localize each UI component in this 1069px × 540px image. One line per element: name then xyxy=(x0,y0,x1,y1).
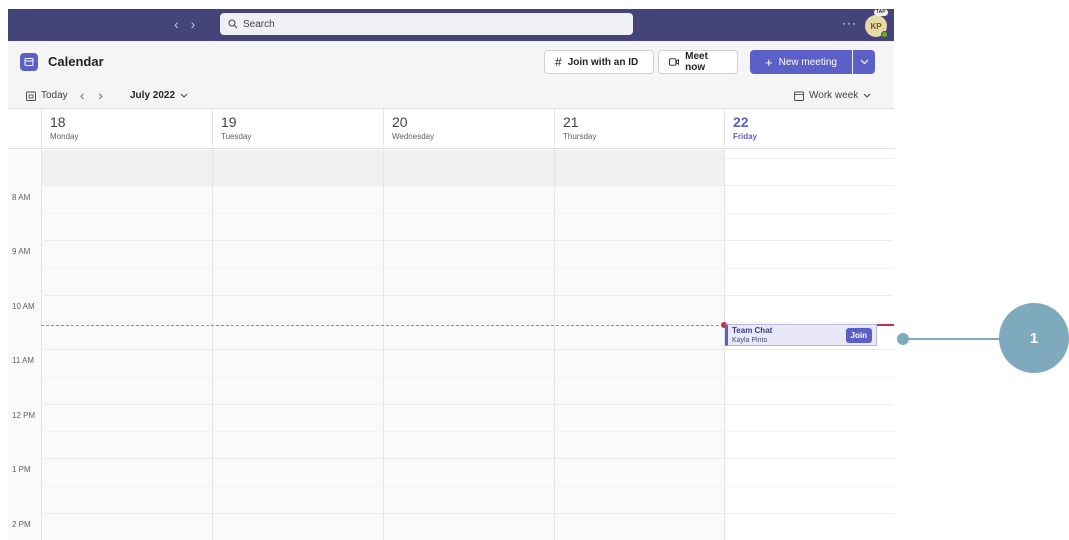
grid-line xyxy=(41,295,894,296)
time-label: 12 PM xyxy=(12,411,36,420)
avatar-badge: TAP xyxy=(874,9,888,16)
grid-line xyxy=(41,404,894,405)
month-label: July 2022 xyxy=(130,90,176,101)
search-icon xyxy=(228,19,238,29)
join-with-id-button[interactable]: # Join with an ID xyxy=(544,50,654,74)
day-column-friday-allday xyxy=(724,150,894,185)
day-name: Friday xyxy=(733,132,758,141)
callout-connector xyxy=(903,338,1003,340)
grid-line xyxy=(41,458,894,459)
day-column-thursday[interactable] xyxy=(554,150,724,540)
chevron-down-icon xyxy=(180,93,188,98)
title-bar: ‹ › Search ··· KP TAP xyxy=(8,9,894,41)
current-time-line xyxy=(41,325,724,326)
presence-status-icon xyxy=(881,31,888,38)
new-meeting-label: New meeting xyxy=(778,56,837,68)
callout-number-badge: 1 xyxy=(999,303,1069,373)
day-header-wednesday[interactable]: 20 Wednesday xyxy=(383,109,554,149)
grid-line xyxy=(41,349,894,350)
today-label: Today xyxy=(41,90,68,101)
view-selector[interactable]: Work week xyxy=(794,90,871,101)
grid-line xyxy=(41,158,894,159)
day-header-row: 18 Monday 19 Tuesday 20 Wednesday 21 Thu… xyxy=(8,109,894,149)
new-meeting-button[interactable]: + New meeting xyxy=(750,50,852,74)
event-team-chat[interactable]: Team Chat Kayla Pinto Join xyxy=(725,324,877,346)
time-label: 9 AM xyxy=(12,247,31,256)
grid-line xyxy=(41,431,894,432)
view-label: Work week xyxy=(809,90,859,101)
grid-line xyxy=(41,377,894,378)
page-title: Calendar xyxy=(48,54,104,69)
day-number: 20 xyxy=(392,114,408,130)
teams-window: ‹ › Search ··· KP TAP Calendar # Join wi… xyxy=(8,9,894,540)
meet-now-label: Meet now xyxy=(685,51,708,73)
day-header-tuesday[interactable]: 19 Tuesday xyxy=(212,109,383,149)
grid-line xyxy=(41,268,894,269)
day-number: 22 xyxy=(733,114,749,130)
day-number: 19 xyxy=(221,114,237,130)
time-label: 10 AM xyxy=(12,302,35,311)
day-column-monday[interactable] xyxy=(41,150,212,540)
day-number: 18 xyxy=(50,114,66,130)
grid-line xyxy=(41,213,894,214)
time-label: 8 AM xyxy=(12,193,31,202)
grid-line xyxy=(41,513,894,514)
calendar-toolbar: Today ‹ › July 2022 Work week xyxy=(8,83,894,109)
calendar-header: Calendar # Join with an ID Meet now + Ne… xyxy=(8,41,894,83)
week-nav: ‹ › xyxy=(80,88,103,103)
day-name: Monday xyxy=(50,132,79,141)
back-icon[interactable]: ‹ xyxy=(174,16,179,32)
grid-line xyxy=(41,486,894,487)
meet-now-button[interactable]: Meet now xyxy=(658,50,738,74)
history-nav: ‹ › xyxy=(174,16,195,32)
day-column-tuesday[interactable] xyxy=(212,150,383,540)
calendar-app-icon xyxy=(20,53,38,71)
search-input[interactable]: Search xyxy=(220,13,633,35)
grid-line xyxy=(41,240,894,241)
day-number: 21 xyxy=(563,114,579,130)
day-header-thursday[interactable]: 21 Thursday xyxy=(554,109,724,149)
day-column-wednesday[interactable] xyxy=(383,150,554,540)
time-label: 1 PM xyxy=(12,465,31,474)
month-picker[interactable]: July 2022 xyxy=(130,90,188,101)
next-week-icon[interactable]: › xyxy=(98,88,102,103)
new-meeting-dropdown[interactable] xyxy=(853,50,875,74)
grid-line xyxy=(41,185,894,186)
plus-icon: + xyxy=(765,54,773,70)
forward-icon[interactable]: › xyxy=(191,16,196,32)
chevron-down-icon xyxy=(860,59,868,65)
previous-week-icon[interactable]: ‹ xyxy=(80,88,84,103)
day-name: Wednesday xyxy=(392,132,435,141)
time-label: 2 PM xyxy=(12,520,31,529)
chevron-down-icon xyxy=(863,93,871,98)
calendar-today-icon xyxy=(26,91,36,101)
grid-line xyxy=(41,322,894,323)
day-name: Thursday xyxy=(563,132,597,141)
hash-icon: # xyxy=(555,55,562,69)
more-options-icon[interactable]: ··· xyxy=(842,16,857,30)
today-button[interactable]: Today xyxy=(26,90,68,101)
search-placeholder: Search xyxy=(243,18,275,30)
day-header-monday[interactable]: 18 Monday xyxy=(41,109,212,149)
day-header-friday[interactable]: 22 Friday xyxy=(724,109,894,149)
time-label: 11 AM xyxy=(12,356,35,365)
day-name: Tuesday xyxy=(221,132,252,141)
join-with-id-label: Join with an ID xyxy=(567,56,639,68)
join-meeting-button[interactable]: Join xyxy=(845,328,872,343)
video-camera-icon xyxy=(669,58,680,66)
calendar-view-icon xyxy=(794,91,804,101)
